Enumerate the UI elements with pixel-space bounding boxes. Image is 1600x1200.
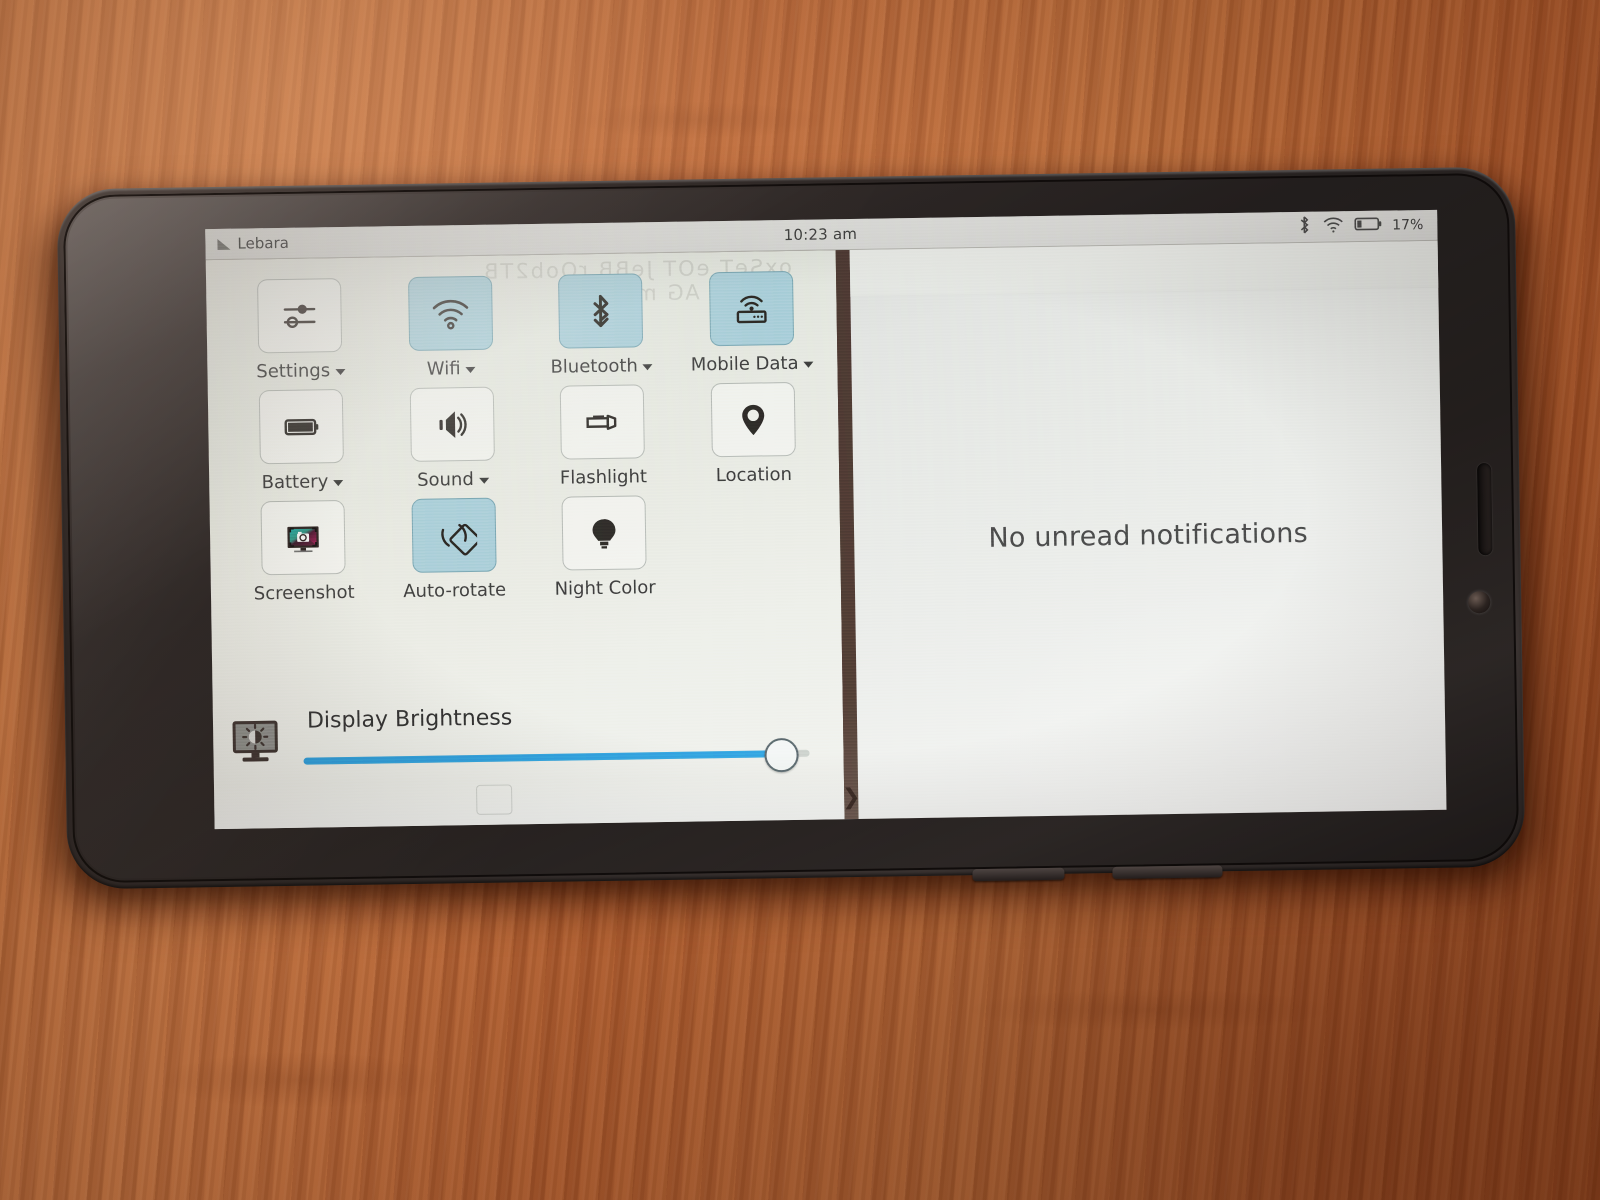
volume-button[interactable]	[972, 867, 1065, 882]
quick-tile-wifi[interactable]: Wifi	[374, 269, 526, 380]
tile-text: Location	[715, 463, 793, 487]
quick-tile-battery-label: Battery	[261, 471, 344, 494]
quick-tile-flashlight-button[interactable]	[559, 384, 646, 460]
quick-settings-grid: Settings Wifi Bluetooth Mobile Data Batt…	[224, 264, 831, 604]
quick-tile-flashlight[interactable]: Flashlight	[527, 378, 679, 489]
bluetooth-icon	[1296, 215, 1312, 239]
quick-tile-screenshot-button[interactable]	[260, 500, 346, 576]
quick-tile-wifi-button[interactable]	[407, 275, 493, 351]
sliders-icon	[283, 304, 316, 328]
quick-tile-bluetooth-label: Bluetooth	[550, 355, 653, 378]
flashlight-icon	[586, 414, 617, 430]
quick-tile-flashlight-label: Flashlight	[560, 466, 647, 488]
quick-tile-sound-button[interactable]	[409, 386, 495, 462]
no-notifications-message: No unread notifications	[988, 517, 1309, 554]
chevron-down-icon[interactable]	[465, 366, 476, 374]
status-bar-left: Lebara	[205, 231, 447, 253]
quick-tile-night-color-label: Night Color	[554, 577, 655, 600]
quick-tile-wifi-label: Wifi	[427, 358, 476, 380]
notifications-panel-header	[849, 240, 1439, 298]
earpiece-speaker	[1477, 462, 1493, 556]
quick-tile-bluetooth-button[interactable]	[558, 273, 644, 349]
lightbulb-icon	[592, 519, 616, 549]
quick-tile-settings-label: Settings	[256, 360, 346, 383]
screenshot-icon	[287, 526, 320, 553]
shell-panels: oxSeT eOT JeBB rOob2TB uSeT e AG moT Set…	[205, 240, 1447, 830]
brightness-slider[interactable]	[303, 737, 810, 773]
quick-tile-battery[interactable]: Battery	[226, 382, 378, 493]
wifi-icon	[432, 299, 469, 330]
quick-settings-panel: oxSeT eOT JeBB rOob2TB uSeT e AG moT Set…	[205, 250, 845, 830]
brightness-slider-fill	[303, 750, 780, 765]
notifications-panel: No unread notifications	[849, 240, 1447, 819]
tile-text: Auto-rotate	[403, 579, 507, 603]
tile-text: Screenshot	[253, 581, 355, 605]
power-button[interactable]	[1112, 865, 1223, 879]
tile-text: Battery	[261, 471, 329, 494]
bluetooth-icon	[593, 294, 609, 328]
chevron-down-icon[interactable]	[803, 361, 814, 368]
status-bar-clock: 10:23 am	[783, 224, 858, 245]
tile-text: Sound	[416, 468, 474, 491]
quick-tile-auto-rotate-label: Auto-rotate	[403, 579, 506, 602]
quick-tile-sound-label: Sound	[417, 469, 489, 491]
tile-text: Flashlight	[559, 466, 648, 489]
brightness-control: Display Brightness	[303, 701, 820, 773]
quick-tile-screenshot[interactable]: Screenshot	[227, 493, 379, 604]
chevron-down-icon[interactable]	[642, 364, 653, 371]
brightness-slider-thumb[interactable]	[763, 737, 799, 773]
status-bar-right: 17%	[1193, 213, 1437, 241]
battery-icon	[284, 418, 319, 436]
display-brightness-icon	[232, 720, 278, 762]
wifi-icon	[1322, 215, 1344, 237]
router-icon	[736, 295, 767, 324]
photo-scene: Lebara 10:23 am 17% oxSeT eOT JeBB rOob2…	[0, 0, 1600, 1200]
quick-tile-night-color-button[interactable]	[561, 495, 647, 571]
phone-screen: Lebara 10:23 am 17% oxSeT eOT JeBB rOob2…	[205, 209, 1447, 830]
battery-low-icon	[1354, 216, 1382, 236]
tile-text: Night Color	[554, 577, 656, 600]
quick-tile-location-label: Location	[716, 464, 792, 486]
quick-tile-mobile-data-button[interactable]	[708, 270, 794, 347]
tile-text: Bluetooth	[550, 355, 639, 378]
display-brightness-row: Display Brightness	[231, 701, 820, 773]
brightness-title: Display Brightness	[306, 705, 513, 734]
carrier-name: Lebara	[237, 233, 290, 253]
chevron-down-icon[interactable]	[478, 477, 489, 484]
smartphone-device: Lebara 10:23 am 17% oxSeT eOT JeBB rOob2…	[40, 166, 1544, 914]
tile-text: Wifi	[426, 358, 461, 380]
chevron-down-icon[interactable]	[335, 368, 346, 376]
speaker-icon	[439, 411, 467, 439]
quick-tile-location[interactable]: Location	[677, 375, 829, 486]
quick-tile-location-button[interactable]	[710, 381, 796, 458]
quick-tile-mobile-data[interactable]: Mobile Data	[675, 264, 827, 376]
quick-tile-night-color[interactable]: Night Color	[528, 489, 680, 600]
quick-tile-auto-rotate[interactable]: Auto-rotate	[378, 491, 530, 602]
quick-tile-sound[interactable]: Sound	[376, 380, 528, 491]
auto-rotate-icon	[441, 523, 478, 556]
quick-tile-auto-rotate-button[interactable]	[411, 497, 497, 573]
signal-triangle-icon	[217, 238, 231, 250]
battery-percent-label: 17%	[1392, 217, 1424, 234]
quick-tile-screenshot-label: Screenshot	[254, 582, 355, 605]
home-indicator[interactable]	[475, 784, 513, 815]
map-pin-icon	[741, 404, 764, 436]
tile-text: Mobile Data	[690, 352, 799, 376]
quick-tile-settings-button[interactable]	[257, 278, 343, 354]
quick-tile-battery-button[interactable]	[259, 389, 345, 465]
tile-text: Settings	[256, 360, 331, 383]
quick-tile-mobile-data-label: Mobile Data	[691, 353, 814, 376]
quick-tile-settings[interactable]: Settings	[224, 272, 376, 383]
quick-tile-bluetooth[interactable]: Bluetooth	[525, 267, 677, 378]
chevron-down-icon[interactable]	[333, 480, 344, 487]
